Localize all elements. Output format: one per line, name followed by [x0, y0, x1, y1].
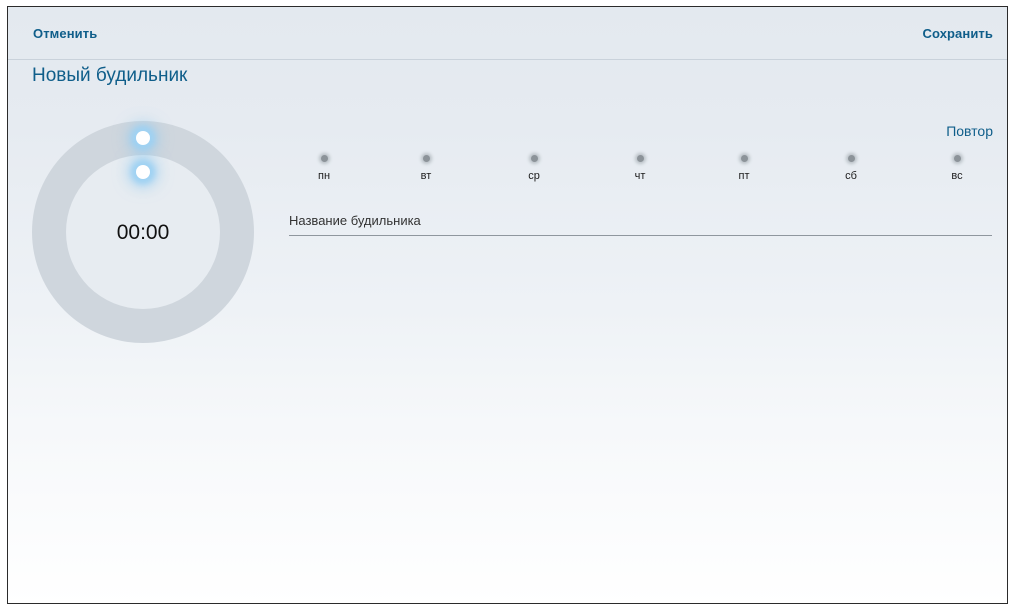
dot-icon: [740, 155, 748, 162]
dot-icon: [636, 155, 644, 162]
day-label: ср: [528, 170, 540, 182]
dot-icon: [320, 155, 328, 162]
day-label: вт: [420, 170, 432, 182]
day-toggle-thu[interactable]: чт: [620, 155, 660, 182]
day-toggle-sat[interactable]: сб: [831, 155, 871, 182]
day-toggle-tue[interactable]: вт: [406, 155, 446, 182]
top-bar: Отменить Сохранить: [8, 7, 1007, 60]
dot-icon: [530, 155, 538, 162]
day-toggle-mon[interactable]: пн: [304, 155, 344, 182]
day-label: пн: [317, 170, 331, 182]
repeat-label: Повтор: [946, 123, 993, 139]
minute-handle-icon[interactable]: [136, 165, 150, 179]
page-title: Новый будильник: [32, 65, 188, 86]
dot-icon: [422, 155, 430, 162]
day-toggle-wed[interactable]: ср: [514, 155, 554, 182]
day-label: сб: [845, 170, 857, 182]
hour-handle-icon[interactable]: [136, 131, 150, 145]
time-dial[interactable]: 00:00: [32, 121, 254, 343]
day-toggle-fri[interactable]: пт: [724, 155, 764, 182]
dot-icon: [953, 155, 961, 162]
day-label: чт: [634, 170, 646, 182]
alarm-name-field[interactable]: Название будильника: [289, 213, 992, 236]
day-toggle-sun[interactable]: вс: [937, 155, 977, 182]
dot-icon: [847, 155, 855, 162]
save-button[interactable]: Сохранить: [922, 26, 993, 41]
cancel-button[interactable]: Отменить: [33, 26, 97, 41]
time-display: 00:00: [116, 221, 170, 244]
alarm-editor: Отменить Сохранить Новый будильник 00:00…: [7, 6, 1008, 604]
day-label: вс: [951, 170, 963, 182]
day-label: пт: [738, 170, 750, 182]
